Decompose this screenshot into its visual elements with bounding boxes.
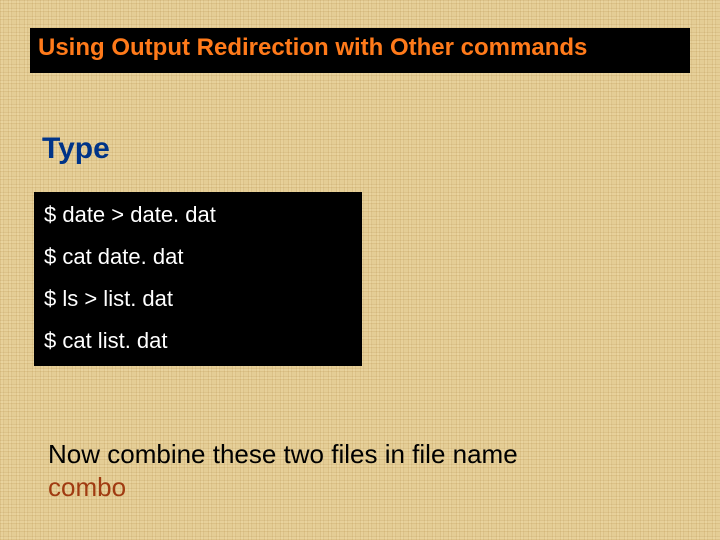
slide-title: Using Output Redirection with Other comm… xyxy=(38,34,587,61)
command-line: $ cat date. dat xyxy=(44,246,352,268)
type-heading: Type xyxy=(42,132,110,166)
slide: Using Output Redirection with Other comm… xyxy=(0,0,720,540)
command-line: $ cat list. dat xyxy=(44,330,352,352)
command-line: $ ls > list. dat xyxy=(44,288,352,310)
instruction-tail: combo xyxy=(48,472,126,502)
terminal-block: $ date > date. dat $ cat date. dat $ ls … xyxy=(34,192,362,366)
command-line: $ date > date. dat xyxy=(44,204,352,226)
instruction-text: Now combine these two files in file name… xyxy=(48,438,678,503)
instruction-lead: Now combine these two files in file name xyxy=(48,439,518,469)
title-bar: Using Output Redirection with Other comm… xyxy=(30,28,690,73)
